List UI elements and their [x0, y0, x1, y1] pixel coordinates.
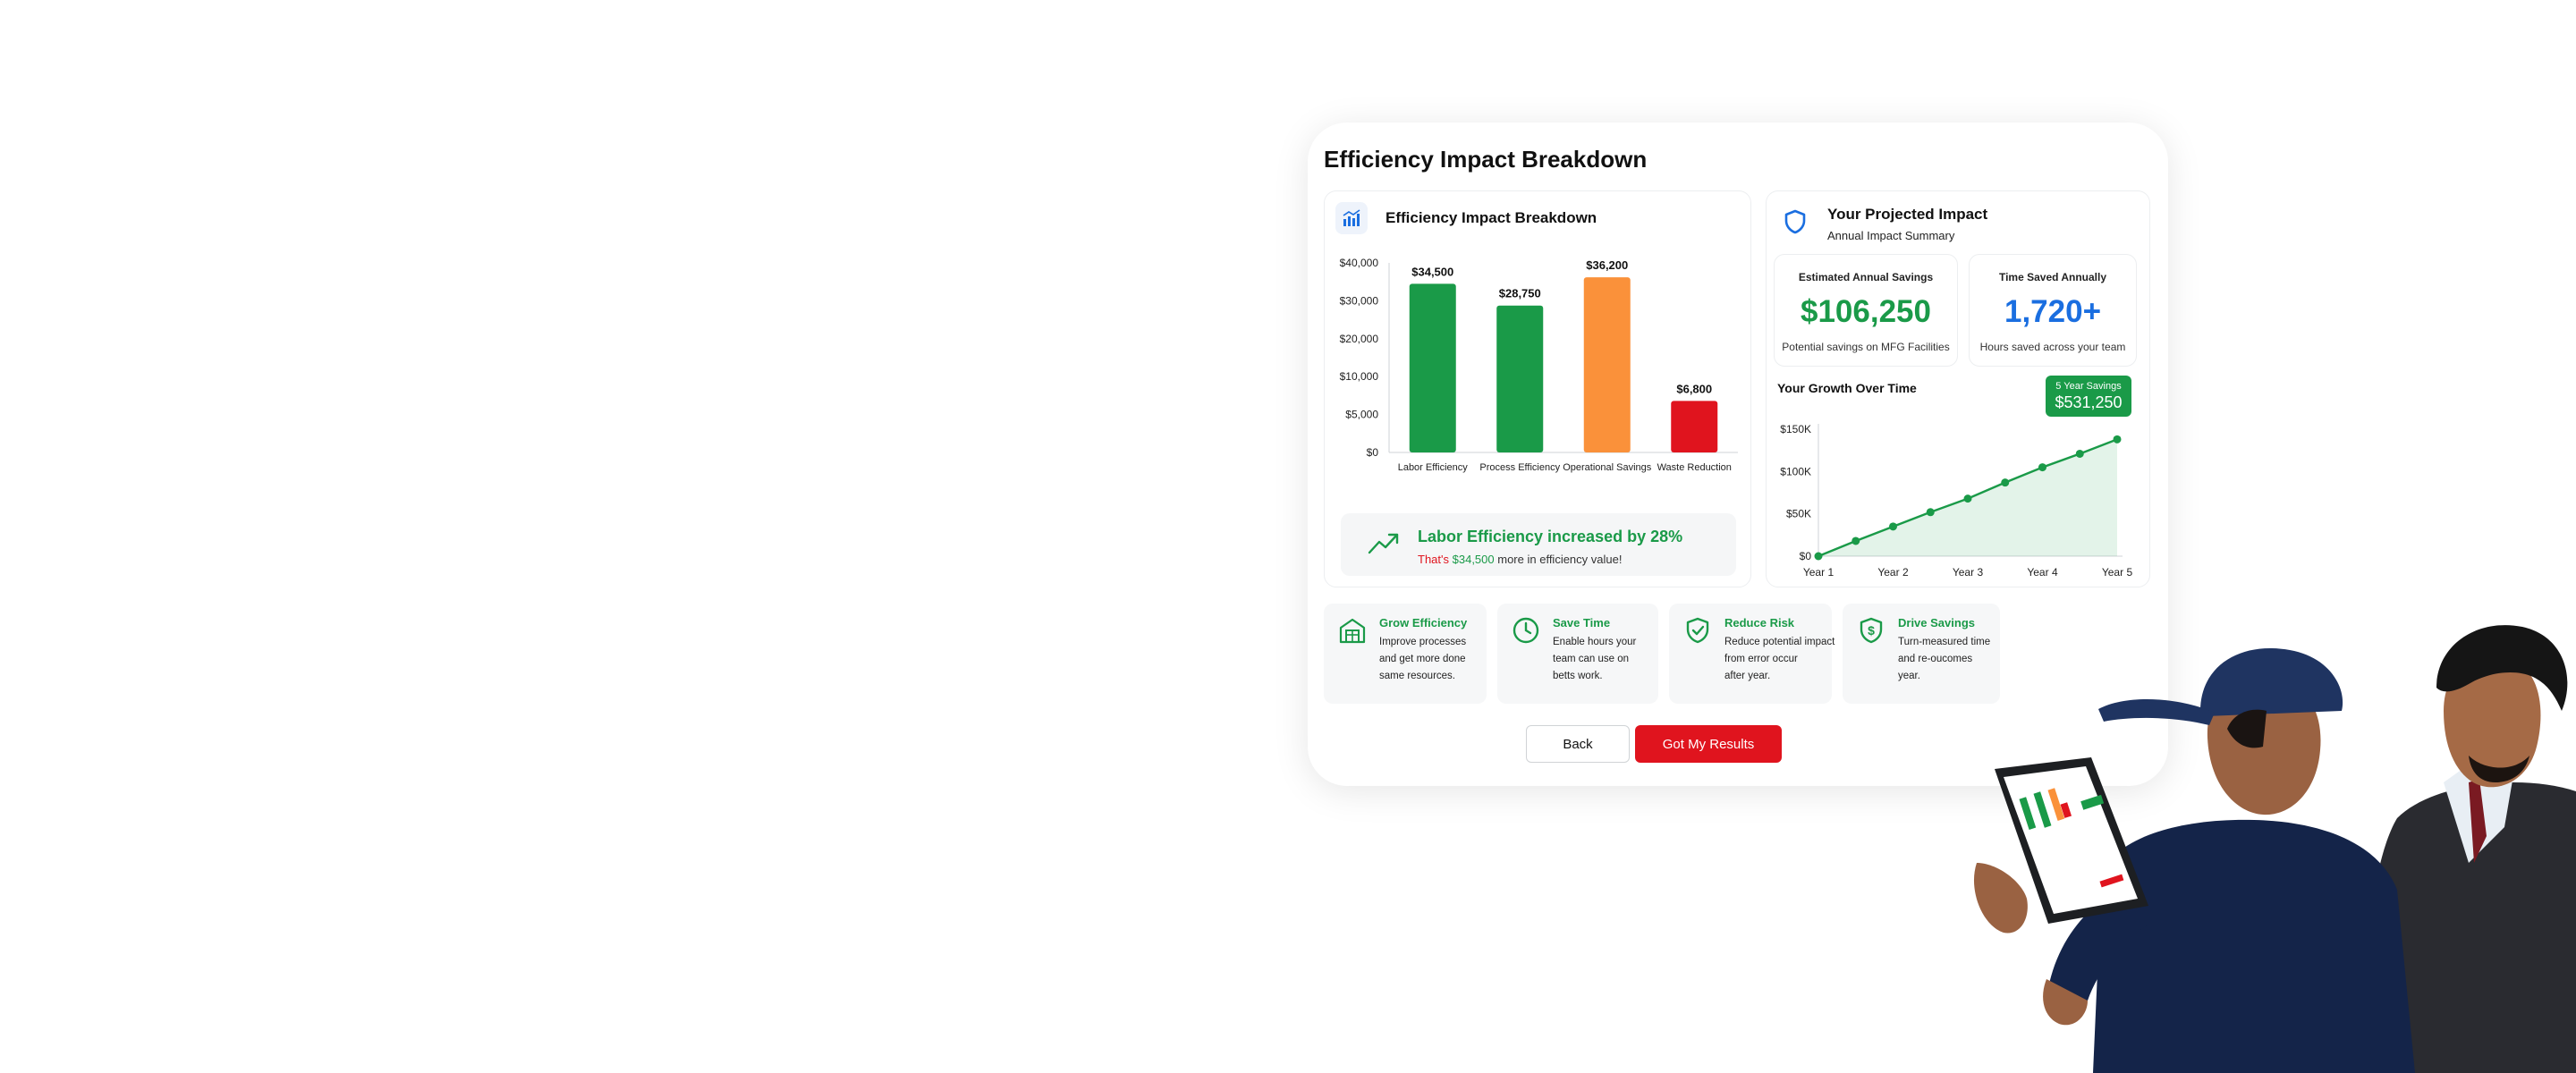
bar: [1496, 305, 1544, 452]
stat-description: Hours saved across your team: [1979, 341, 2126, 353]
stat-value: 1,720+: [2004, 294, 2102, 329]
stat-label: Time Saved Annually: [1998, 271, 2107, 283]
y-tick-label: $30,000: [1340, 294, 1379, 307]
x-category-label: Waste Reduction: [1657, 462, 1732, 473]
efficiency-chart-panel: Efficiency Impact Breakdown $0 $5,000 $10,…: [1324, 190, 1751, 587]
x-category-label: Labor Efficiency: [1398, 462, 1469, 473]
badge-value: $531,250: [2055, 393, 2123, 411]
y-tick-label: $5,000: [1345, 409, 1378, 421]
y-tick-label: $0: [1367, 446, 1379, 459]
annual-savings-stat: Estimated Annual Savings $106,250 Potent…: [1774, 254, 1958, 367]
x-category-label: Operational Savings: [1563, 462, 1652, 473]
growth-point: [1852, 536, 1860, 545]
feature-line: same resources.: [1379, 671, 1456, 681]
x-tick-label: Year 1: [1803, 566, 1835, 579]
y-tick-label: $100K: [1780, 465, 1811, 477]
stat-value: $106,250: [1801, 294, 1931, 329]
bar-value-label: $34,500: [1411, 265, 1453, 278]
dollar-shield-icon: $: [1857, 616, 1885, 649]
got-my-results-button[interactable]: Got My Results: [1635, 725, 1782, 763]
bar-value-label: $6,800: [1676, 382, 1712, 395]
feature-description: Improve processes and get more done same…: [1379, 634, 1496, 685]
y-tick-label: $50K: [1786, 508, 1811, 520]
growth-title: Your Growth Over Time: [1777, 381, 1917, 395]
insight-suffix: more in efficiency value!: [1497, 553, 1623, 566]
bar: [1583, 277, 1631, 452]
bar-chart-svg: $0 $5,000 $10,000 $20,000 $30,000 $40,000 $34,…: [1340, 257, 1738, 473]
clock-icon: [1512, 616, 1540, 649]
feature-line: from error occur: [1724, 654, 1798, 664]
y-tick-label: $20,000: [1340, 333, 1379, 345]
chart-panel-title: Efficiency Impact Breakdown: [1385, 209, 1597, 226]
insight-title: Labor Efficiency increased by 28%: [1418, 528, 1683, 545]
bar: [1409, 283, 1456, 452]
feature-line: Enable hours your: [1553, 637, 1637, 647]
bar-value-label: $36,200: [1586, 258, 1628, 272]
feature-line: Reduce potential impact: [1724, 637, 1835, 647]
hand-illustration: [1973, 863, 2028, 934]
x-category-label: Process Efficiency: [1479, 462, 1560, 473]
feature-line: Improve processes: [1379, 637, 1467, 647]
y-tick-label: $10,000: [1340, 370, 1379, 383]
feature-line: team can use on: [1553, 654, 1630, 664]
shield-check-icon: [1683, 616, 1712, 649]
feature-title: Grow Efficiency: [1379, 616, 1468, 629]
y-tick-label: $40,000: [1340, 257, 1379, 269]
feature-line: and get more done: [1379, 654, 1466, 664]
projected-impact-subtitle: Annual Impact Summary: [1827, 229, 1955, 242]
five-year-savings-badge: 5 Year Savings $531,250: [2046, 376, 2131, 417]
insight-prefix: That's: [1418, 553, 1449, 566]
back-button[interactable]: Back: [1526, 725, 1630, 763]
svg-text:$: $: [1868, 623, 1875, 638]
bar-chart-icon: [1335, 202, 1368, 234]
shield-icon: [1779, 206, 1811, 238]
insight-subtitle: That's $34,500 more in efficiency value!: [1418, 553, 1622, 566]
insight-amount: $34,500: [1452, 553, 1495, 566]
bar: [1671, 401, 1718, 452]
feature-line: after year.: [1724, 671, 1771, 681]
feature-reduce-risk: Reduce Risk Reduce potential impact from…: [1669, 604, 1835, 704]
warehouse-icon: [1338, 616, 1367, 649]
feature-save-time: Save Time Enable hours your team can use…: [1497, 604, 1658, 704]
y-tick-label: $150K: [1780, 423, 1811, 435]
time-saved-stat: Time Saved Annually 1,720+ Hours saved a…: [1969, 254, 2137, 367]
trending-up-icon: [1368, 529, 1400, 561]
y-tick-label: $0: [1800, 550, 1812, 562]
projected-impact-title: Your Projected Impact: [1827, 206, 1988, 223]
insight-box: Labor Efficiency increased by 28% That's…: [1341, 513, 1736, 576]
badge-label: 5 Year Savings: [2055, 381, 2122, 392]
feature-title: Reduce Risk: [1724, 616, 1795, 629]
feature-line: betts work.: [1553, 671, 1603, 681]
stat-label: Estimated Annual Savings: [1798, 271, 1934, 283]
feature-title: Save Time: [1553, 616, 1611, 629]
growth-point: [1814, 552, 1823, 561]
bar-chart: $0 $5,000 $10,000 $20,000 $30,000 $40,000 $34,…: [1325, 252, 1752, 511]
feature-description: Reduce potential impact from error occur…: [1724, 634, 1841, 685]
bar-value-label: $28,750: [1499, 287, 1541, 300]
people-with-tablet-illustration: [1973, 625, 2576, 1073]
card-title: Efficiency Impact Breakdown: [1324, 146, 1648, 173]
feature-grow-efficiency: Grow Efficiency Improve processes and ge…: [1324, 604, 1487, 704]
stage: Efficiency Impact Breakdown Efficiency I…: [0, 0, 2576, 1073]
feature-description: Enable hours your team can use on betts …: [1553, 634, 1669, 685]
stat-description: Potential savings on MFG Facilities: [1782, 341, 1950, 353]
